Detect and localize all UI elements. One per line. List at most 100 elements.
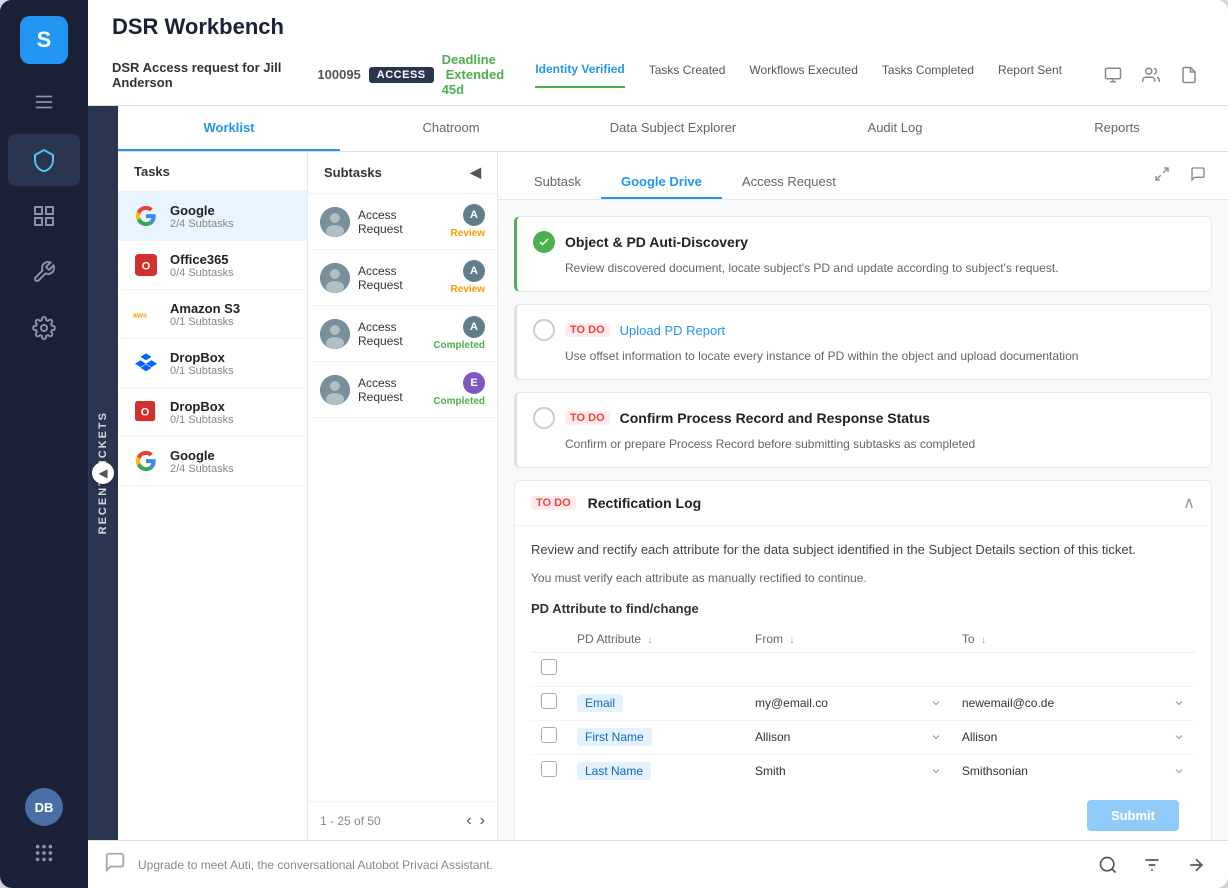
- task-card-discovery: Object & PD Auti-Discovery Review discov…: [514, 216, 1212, 292]
- table-header-from: From ↓: [745, 626, 952, 653]
- task-item[interactable]: DropBox 0/1 Subtasks: [118, 339, 307, 388]
- step-tasks-created[interactable]: Tasks Created: [649, 63, 726, 87]
- page-next-button[interactable]: ›: [480, 812, 485, 830]
- step-workflows-executed[interactable]: Workflows Executed: [749, 63, 858, 87]
- work-tab-access-request[interactable]: Access Request: [722, 166, 856, 199]
- from-dropdown-email[interactable]: my@email.co: [755, 696, 942, 710]
- rectification-section: TO DO Rectification Log ∧ Review and rec…: [514, 480, 1212, 840]
- to-dropdown-firstname[interactable]: Allison: [962, 730, 1185, 744]
- tab-data-subject-explorer[interactable]: Data Subject Explorer: [562, 106, 784, 151]
- subtasks-nav-left[interactable]: ◀: [470, 164, 481, 181]
- table-row: Last Name Smith: [531, 754, 1195, 788]
- menu-button[interactable]: [0, 80, 88, 124]
- work-tab-subtask[interactable]: Subtask: [514, 166, 601, 199]
- panel-content: Tasks Google 2/4 Subtasks: [118, 152, 1228, 840]
- from-dropdown-firstname[interactable]: Allison: [755, 730, 942, 744]
- task-card-title: Object & PD Auti-Discovery: [565, 234, 748, 250]
- task-logo-google2: [132, 447, 160, 475]
- task-logo-dropbox: [132, 349, 160, 377]
- ticket-steps: Identity Verified Tasks Created Workflow…: [535, 62, 1062, 88]
- table-row: First Name Allison: [531, 720, 1195, 754]
- task-logo-dropbox2: O: [132, 398, 160, 426]
- svg-text:O: O: [141, 407, 150, 419]
- step-identity-verified[interactable]: Identity Verified: [535, 62, 624, 88]
- ticket-icon-user[interactable]: [1098, 60, 1128, 90]
- task-item[interactable]: Google 2/4 Subtasks: [118, 437, 307, 486]
- subtask-avatar: [320, 263, 350, 293]
- task-subtask-count: 0/1 Subtasks: [170, 414, 293, 426]
- user-avatar[interactable]: DB: [25, 788, 63, 826]
- task-card-confirm: TO DO Confirm Process Record and Respons…: [514, 392, 1212, 468]
- task-item[interactable]: O DropBox 0/1 Subtasks: [118, 388, 307, 437]
- subtask-badge-letter: A: [463, 316, 485, 338]
- search-icon[interactable]: [1092, 849, 1124, 881]
- submit-button[interactable]: Submit: [1087, 800, 1179, 831]
- tab-chatroom[interactable]: Chatroom: [340, 106, 562, 151]
- sidebar-item-gear[interactable]: [8, 302, 80, 354]
- subtask-badge: A Review: [451, 260, 485, 295]
- sidebar-item-wrench[interactable]: [8, 246, 80, 298]
- task-item[interactable]: Google 2/4 Subtasks: [118, 192, 307, 241]
- step-report-sent[interactable]: Report Sent: [998, 63, 1062, 87]
- subtask-avatar: [320, 207, 350, 237]
- work-tabs: Subtask Google Drive Access Request: [514, 166, 856, 199]
- subtask-item[interactable]: Access Request A Completed: [308, 306, 497, 362]
- step-tasks-completed[interactable]: Tasks Completed: [882, 63, 974, 87]
- logo-text: S: [37, 27, 52, 53]
- row-checkbox[interactable]: [541, 659, 557, 675]
- recent-tickets-sidebar[interactable]: ◀ RECENT TICKETS: [88, 106, 118, 840]
- expand-icon[interactable]: [1148, 160, 1176, 193]
- logo[interactable]: S: [0, 0, 88, 80]
- recent-label: RECENT TICKETS: [97, 411, 109, 534]
- check-done-icon: [533, 231, 555, 253]
- subtask-badge-letter: A: [463, 204, 485, 226]
- task-info: Office365 0/4 Subtasks: [170, 252, 293, 279]
- subtasks-header: Subtasks ◀: [308, 152, 497, 194]
- rect-body: Review and rectify each attribute for th…: [515, 526, 1211, 840]
- comment-icon[interactable]: [1184, 160, 1212, 193]
- row-checkbox[interactable]: [541, 727, 557, 743]
- row-checkbox[interactable]: [541, 761, 557, 777]
- apps-icon[interactable]: [25, 834, 63, 872]
- rect-collapse-icon[interactable]: ∧: [1183, 493, 1195, 513]
- main-area: DSR Workbench DSR Access request for Jil…: [88, 0, 1228, 888]
- subtask-status: Review: [451, 284, 485, 295]
- ticket-icon-note[interactable]: [1174, 60, 1204, 90]
- rect-desc: Review and rectify each attribute for th…: [531, 540, 1195, 561]
- content-area: ◀ RECENT TICKETS Worklist Chatroom Data …: [88, 106, 1228, 840]
- to-dropdown-lastname[interactable]: Smithsonian: [962, 764, 1185, 778]
- sidebar-item-shield[interactable]: [8, 134, 80, 186]
- tab-reports[interactable]: Reports: [1006, 106, 1228, 151]
- task-subtask-count: 2/4 Subtasks: [170, 218, 293, 230]
- arrow-icon[interactable]: [1180, 849, 1212, 881]
- subtask-item[interactable]: Access Request A Review: [308, 194, 497, 250]
- subtask-badge: A Completed: [433, 316, 485, 351]
- task-name: Google: [170, 448, 293, 463]
- svg-text:O: O: [142, 261, 151, 273]
- ticket-actions: [1098, 60, 1204, 90]
- rect-header-left: TO DO Rectification Log: [531, 495, 701, 511]
- subtask-item[interactable]: Access Request A Review: [308, 250, 497, 306]
- subtask-avatar: [320, 375, 350, 405]
- work-tab-google-drive[interactable]: Google Drive: [601, 166, 722, 199]
- sidebar-item-dashboard[interactable]: [8, 190, 80, 242]
- tab-audit-log[interactable]: Audit Log: [784, 106, 1006, 151]
- subtask-item[interactable]: Access Request E Completed: [308, 362, 497, 418]
- row-checkbox[interactable]: [541, 693, 557, 709]
- task-card-header: TO DO Confirm Process Record and Respons…: [533, 407, 1195, 429]
- task-item[interactable]: aws Amazon S3 0/1 Subtasks: [118, 290, 307, 339]
- filter-icon[interactable]: [1136, 849, 1168, 881]
- subtask-name: Access Request: [358, 264, 443, 292]
- ticket-icon-people[interactable]: [1136, 60, 1166, 90]
- task-card-title[interactable]: Upload PD Report: [620, 323, 726, 338]
- tab-worklist[interactable]: Worklist: [118, 106, 340, 151]
- to-dropdown-email[interactable]: newemail@co.de: [962, 696, 1185, 710]
- todo-badge: TO DO: [565, 411, 610, 425]
- task-info: Google 2/4 Subtasks: [170, 448, 293, 475]
- panels: Worklist Chatroom Data Subject Explorer …: [118, 106, 1228, 840]
- pd-attribute-table: PD Attribute ↓ From ↓ To ↓: [531, 626, 1195, 788]
- task-item[interactable]: O Office365 0/4 Subtasks: [118, 241, 307, 290]
- from-dropdown-lastname[interactable]: Smith: [755, 764, 942, 778]
- page-prev-button[interactable]: ‹: [466, 812, 471, 830]
- subtask-name: Access Request: [358, 208, 443, 236]
